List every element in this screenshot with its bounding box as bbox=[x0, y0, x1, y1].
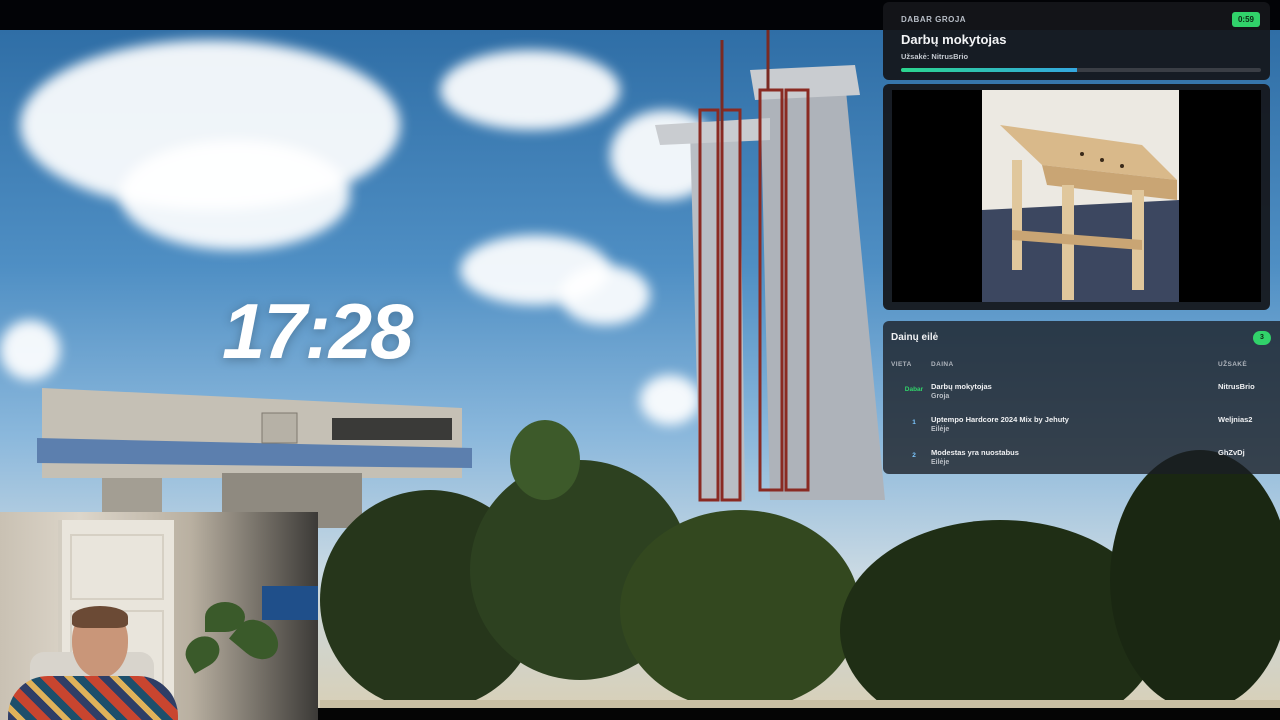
progress-bar bbox=[901, 68, 1261, 72]
queue-song: Darbų mokytojas bbox=[931, 382, 992, 391]
workbench-image bbox=[982, 90, 1179, 302]
queue-requester: Weljnias2 bbox=[1218, 415, 1253, 424]
cloud bbox=[120, 140, 350, 250]
now-playing-label: DABAR GROJA bbox=[901, 15, 967, 24]
queue-row: 2 Modestas yra nuostabus Eilėje GhZvDj bbox=[883, 443, 1280, 476]
now-playing-requester: Užsakė: NitrusBrio bbox=[901, 52, 969, 61]
video-player[interactable] bbox=[892, 90, 1261, 302]
queue-status: Groja bbox=[931, 393, 950, 400]
queue-title: Dainų eilė bbox=[891, 332, 939, 343]
queue-requester: GhZvDj bbox=[1218, 448, 1245, 457]
cloud bbox=[560, 265, 650, 325]
now-playing-title: Darbų mokytojas bbox=[901, 32, 1007, 47]
queue-song: Uptempo Hardcore 2024 Mix by Jehuty bbox=[931, 415, 1069, 424]
song-queue-panel: Dainų eilė 3 VIETA DAINA UŽSAKĖ Dabar Da… bbox=[883, 321, 1280, 474]
column-header-requester: UŽSAKĖ bbox=[1218, 361, 1248, 368]
column-header-song: DAINA bbox=[931, 361, 954, 368]
person-hair bbox=[72, 606, 128, 628]
queue-song: Modestas yra nuostabus bbox=[931, 448, 1019, 457]
person-shirt bbox=[8, 676, 178, 720]
now-playing-panel: DABAR GROJA 0:59 Darbų mokytojas Užsakė:… bbox=[883, 2, 1270, 80]
queue-row: Dabar Darbų mokytojas Groja NitrusBrio bbox=[883, 377, 1280, 410]
queue-row: 1 Uptempo Hardcore 2024 Mix by Jehuty Ei… bbox=[883, 410, 1280, 443]
queue-status: Eilėje bbox=[931, 459, 950, 466]
queue-count-badge: 3 bbox=[1253, 331, 1271, 345]
queue-status: Eilėje bbox=[931, 426, 950, 433]
column-header-position: VIETA bbox=[891, 361, 912, 368]
progress-bar-fill bbox=[901, 68, 1078, 72]
tv bbox=[262, 586, 318, 620]
clock: 17:28 bbox=[222, 287, 413, 375]
time-remaining-badge: 0:59 bbox=[1231, 12, 1260, 27]
video-panel bbox=[883, 84, 1270, 310]
plant bbox=[179, 630, 226, 674]
cloud bbox=[440, 50, 620, 130]
video-frame bbox=[982, 90, 1179, 302]
webcam-feed bbox=[0, 512, 318, 720]
queue-requester: NitrusBrio bbox=[1218, 382, 1255, 391]
